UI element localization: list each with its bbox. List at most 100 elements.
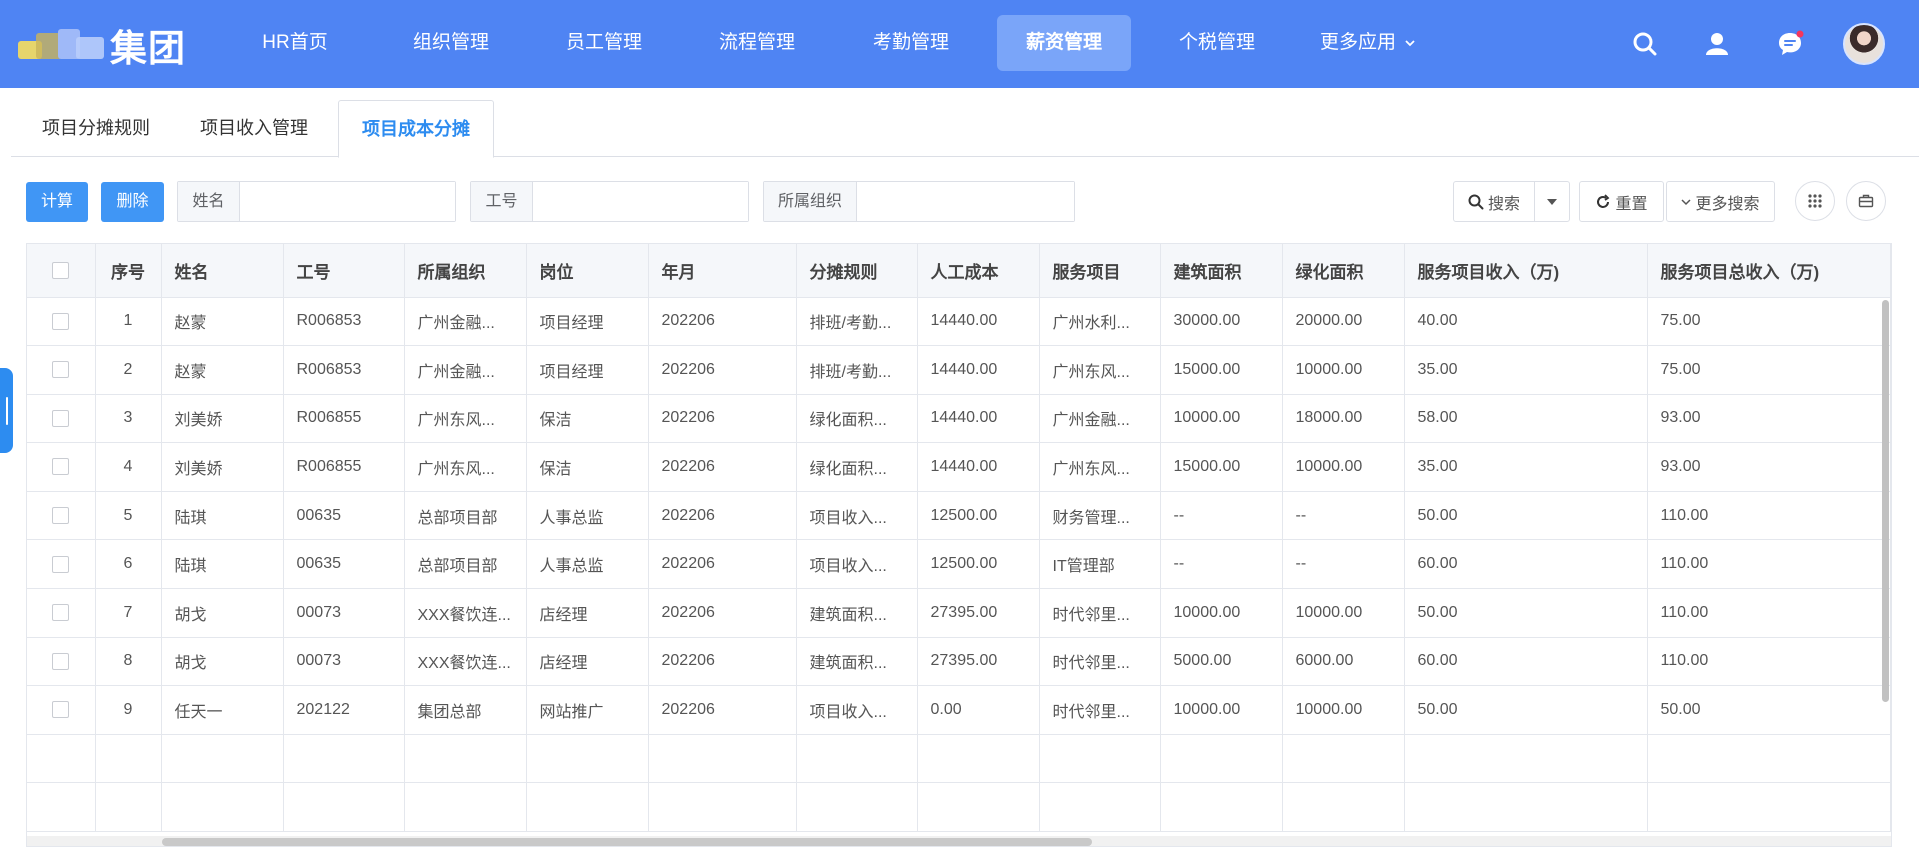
avatar[interactable]: [1843, 23, 1885, 65]
name-filter-label: 姓名: [178, 182, 240, 221]
table-row[interactable]: 4 刘美娇 R006855 广州东风... 保洁 202206 绿化面积... 14440.0…: [27, 442, 1891, 492]
col-header-project-income[interactable]: 服务项目收入（万): [1404, 244, 1648, 298]
logo-text: 集团: [110, 27, 186, 70]
export-button[interactable]: [1846, 181, 1886, 221]
empty-cell: [1282, 782, 1405, 833]
vertical-scrollbar[interactable]: [1882, 300, 1889, 702]
cell-building-area: 10000.00: [1160, 685, 1283, 735]
cell-index: 3: [95, 394, 162, 444]
row-select-cell[interactable]: [27, 539, 96, 590]
page-tabs: 项目分摊规则 项目收入管理 项目成本分摊: [11, 100, 1919, 158]
empty-cell: [161, 734, 284, 784]
col-header-labor-cost[interactable]: 人工成本: [917, 244, 1040, 298]
cell-index: 2: [95, 345, 162, 395]
search-button[interactable]: 搜索: [1453, 181, 1535, 222]
table-row[interactable]: 1 赵蒙 R006853 广州金融... 项目经理 202206 排班/考勤... 14440…: [27, 297, 1891, 347]
logo[interactable]: 集团: [18, 24, 186, 70]
table-row[interactable]: 2 赵蒙 R006853 广州金融... 项目经理 202206 排班/考勤... 14440…: [27, 345, 1891, 395]
col-header-employee-id[interactable]: 工号: [283, 244, 405, 298]
row-select-cell[interactable]: [27, 345, 96, 395]
nav-attendance-management[interactable]: 考勤管理: [865, 15, 957, 71]
cell-year-month: 202206: [648, 442, 797, 492]
cell-year-month: 202206: [648, 345, 797, 395]
cell-year-month: 202206: [648, 685, 797, 735]
table-row[interactable]: 9 任天一 202122 集团总部 网站推广 202206 项目收入... 0.00 时代邻里.…: [27, 685, 1891, 735]
row-select-cell[interactable]: [27, 297, 96, 347]
calculate-button[interactable]: 计算: [26, 182, 88, 222]
col-header-name[interactable]: 姓名: [161, 244, 284, 298]
cell-building-area: 15000.00: [1160, 442, 1283, 492]
cell-project-income: 35.00: [1404, 442, 1648, 492]
table-row[interactable]: 7 胡戈 00073 XXX餐饮连... 店经理 202206 建筑面积... 27395.0…: [27, 588, 1891, 638]
col-header-year-month[interactable]: 年月: [648, 244, 797, 298]
row-checkbox[interactable]: [52, 506, 70, 524]
org-input[interactable]: [857, 182, 1074, 221]
sidebar-toggle-handle[interactable]: [0, 368, 13, 453]
col-header-allocation-rule[interactable]: 分摊规则: [796, 244, 918, 298]
search-icon[interactable]: [1629, 28, 1661, 60]
cell-labor-cost: 14440.00: [917, 345, 1040, 395]
user-icon[interactable]: [1701, 28, 1733, 60]
empty-cell: [1404, 782, 1648, 833]
cell-employee-id: R006853: [283, 297, 405, 347]
nav-process-management[interactable]: 流程管理: [711, 15, 803, 71]
cell-allocation-rule: 建筑面积...: [796, 637, 918, 687]
row-select-cell[interactable]: [27, 442, 96, 492]
nav-salary-management[interactable]: 薪资管理: [997, 15, 1131, 71]
tab-cost-allocation[interactable]: 项目成本分摊: [338, 100, 494, 158]
row-checkbox[interactable]: [52, 652, 70, 670]
col-header-building-area[interactable]: 建筑面积: [1160, 244, 1283, 298]
cell-project-income: 60.00: [1404, 637, 1648, 687]
row-select-cell[interactable]: [27, 394, 96, 444]
row-checkbox[interactable]: [52, 312, 70, 330]
table-row[interactable]: 6 陆琪 00635 总部项目部 人事总监 202206 项目收入... 12500.00 IT…: [27, 539, 1891, 590]
cell-org: XXX餐饮连...: [404, 588, 527, 638]
table-row[interactable]: 5 陆琪 00635 总部项目部 人事总监 202206 项目收入... 12500.00 财务…: [27, 491, 1891, 541]
row-select-cell[interactable]: [27, 588, 96, 638]
row-checkbox[interactable]: [52, 361, 70, 379]
row-checkbox[interactable]: [52, 458, 70, 476]
cell-labor-cost: 14440.00: [917, 297, 1040, 347]
col-header-green-area[interactable]: 绿化面积: [1282, 244, 1405, 298]
row-select-cell[interactable]: [27, 491, 96, 541]
select-all-header[interactable]: [27, 244, 96, 298]
cell-position: 保洁: [526, 442, 649, 492]
nav-more-apps[interactable]: 更多应用: [1320, 15, 1430, 71]
nav-hr-home[interactable]: HR首页: [249, 15, 341, 71]
col-header-position[interactable]: 岗位: [526, 244, 649, 298]
row-select-cell[interactable]: [27, 685, 96, 735]
table-row[interactable]: 8 胡戈 00073 XXX餐饮连... 店经理 202206 建筑面积... 27395.0…: [27, 637, 1891, 687]
nav-org-management[interactable]: 组织管理: [405, 15, 497, 71]
delete-button[interactable]: 删除: [101, 182, 164, 222]
row-checkbox[interactable]: [52, 604, 70, 622]
reset-button[interactable]: 重置: [1579, 181, 1664, 222]
col-header-service-project[interactable]: 服务项目: [1039, 244, 1161, 298]
name-input[interactable]: [240, 182, 455, 221]
cell-project-income: 58.00: [1404, 394, 1648, 444]
nav-tax-management[interactable]: 个税管理: [1171, 15, 1263, 71]
select-all-checkbox[interactable]: [52, 262, 70, 280]
col-header-org[interactable]: 所属组织: [404, 244, 527, 298]
cell-project-total-income: 50.00: [1647, 685, 1891, 735]
row-select-cell[interactable]: [27, 637, 96, 687]
more-search-button[interactable]: 更多搜索: [1666, 181, 1775, 222]
tab-income-management[interactable]: 项目收入管理: [189, 100, 319, 157]
row-checkbox[interactable]: [52, 409, 70, 427]
col-header-project-total-income[interactable]: 服务项目总收入（万): [1647, 244, 1891, 298]
cell-green-area: 10000.00: [1282, 685, 1405, 735]
id-input[interactable]: [533, 182, 748, 221]
nav-employee-management[interactable]: 员工管理: [558, 15, 650, 71]
message-icon[interactable]: [1774, 28, 1806, 60]
cell-year-month: 202206: [648, 394, 797, 444]
col-header-index[interactable]: 序号: [95, 244, 162, 298]
column-grid-button[interactable]: [1795, 181, 1835, 221]
empty-cell: [526, 782, 649, 833]
empty-cell: [283, 782, 405, 833]
search-dropdown-button[interactable]: [1534, 181, 1570, 222]
tab-allocation-rules[interactable]: 项目分摊规则: [31, 100, 161, 157]
horizontal-scrollbar[interactable]: [162, 838, 1092, 846]
cell-index: 5: [95, 491, 162, 541]
row-checkbox[interactable]: [52, 701, 70, 719]
table-row[interactable]: 3 刘美娇 R006855 广州东风... 保洁 202206 绿化面积... 14440.0…: [27, 394, 1891, 444]
row-checkbox[interactable]: [52, 555, 70, 573]
